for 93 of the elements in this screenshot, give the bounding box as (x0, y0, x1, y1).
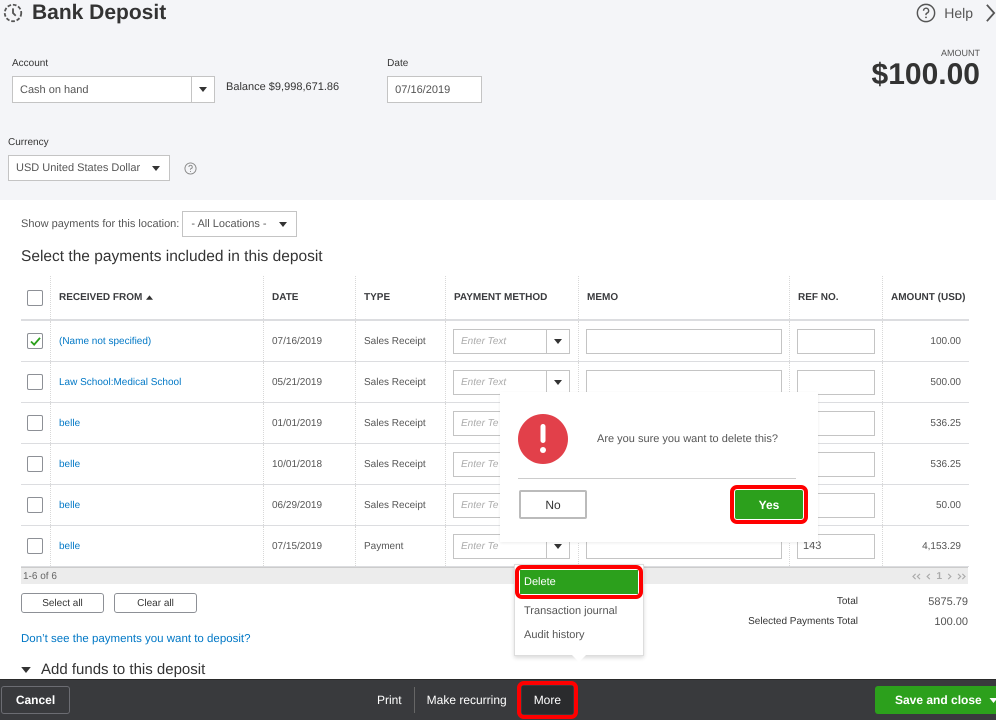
dropdown-arrow-icon (989, 698, 996, 702)
page-number: 1 (936, 570, 942, 582)
table-cell: Sales Receipt (364, 336, 426, 346)
dropdown-arrow-icon (279, 222, 288, 226)
ref-no-field[interactable] (797, 370, 875, 394)
amount-cell: 536.25 (930, 418, 961, 428)
first-page-icon[interactable] (912, 572, 922, 580)
section-title: Select the payments included in this deposit (21, 248, 324, 266)
memo-field[interactable] (586, 370, 782, 394)
table-cell: 06/29/2019 (272, 500, 322, 510)
last-page-icon[interactable] (957, 572, 966, 580)
total-value: 5875.79 (927, 596, 968, 608)
total-label: Selected Payments Total (747, 616, 858, 628)
currency-dropdown[interactable]: USD United States Dollar (8, 155, 170, 181)
column-header[interactable]: AMOUNT (USD) (891, 292, 966, 303)
account-label: Account (12, 58, 50, 69)
customer-link[interactable]: belle (59, 500, 80, 510)
missing-payments-link[interactable]: Don’t see the payments you want to deposit? (21, 633, 251, 645)
menu-item[interactable]: Audit history (520, 623, 638, 647)
column-header[interactable]: MEMO (587, 292, 618, 303)
cancel-button[interactable]: Cancel (1, 686, 70, 714)
memo-field[interactable] (586, 328, 782, 354)
table-action-button[interactable]: Select all (21, 593, 104, 613)
more-button[interactable]: More (522, 686, 574, 714)
table-cell: Sales Receipt (364, 458, 426, 470)
total-value: 100.00 (933, 616, 968, 628)
expand-caret-icon[interactable] (21, 666, 31, 672)
amount-cell: 4,153.29 (922, 540, 961, 552)
amount-label: AMOUNT (941, 48, 980, 58)
page-title: Bank Deposit (32, 1, 166, 25)
customer-link[interactable]: belle (59, 418, 80, 428)
column-header[interactable]: PAYMENT METHOD (454, 292, 548, 303)
customer-link[interactable]: Law School:Medical School (59, 376, 182, 388)
dropdown-arrow-icon (199, 87, 207, 92)
select-all-checkbox[interactable] (27, 290, 43, 306)
row-checkbox[interactable] (27, 538, 43, 554)
dropdown-arrow-icon (554, 380, 562, 384)
help-icon[interactable] (184, 162, 197, 174)
row-range: 1-6 of 6 (23, 570, 57, 582)
account-dropdown[interactable]: Cash on hand (12, 76, 215, 103)
history-icon (2, 2, 24, 24)
customer-link[interactable]: belle (59, 458, 80, 470)
table-cell: 01/01/2019 (272, 418, 322, 428)
location-dropdown[interactable]: - All Locations - (182, 211, 298, 237)
row-checkbox[interactable] (27, 374, 43, 390)
column-header[interactable]: DATE (272, 292, 298, 303)
row-checkbox[interactable] (27, 497, 43, 513)
make-recurring-button[interactable]: Make recurring (416, 686, 517, 714)
ref-no-field[interactable]: 143 (797, 534, 875, 558)
table-cell: Sales Receipt (364, 500, 426, 510)
help-icon[interactable] (916, 3, 936, 23)
column-header[interactable]: TYPE (364, 292, 390, 303)
dropdown-arrow-icon (152, 166, 160, 170)
add-funds-heading[interactable]: Add funds to this deposit (41, 661, 206, 678)
table-cell: Sales Receipt (364, 418, 426, 428)
menu-item[interactable]: Transaction journal (520, 599, 638, 623)
account-balance: Balance $9,998,671.86 (226, 81, 340, 93)
warning-icon (518, 414, 568, 464)
location-filter-label: Show payments for this location: (21, 218, 180, 230)
print-button[interactable]: Print (366, 686, 412, 714)
sort-ascending-icon (146, 295, 154, 300)
customer-link[interactable]: belle (59, 540, 80, 552)
ref-no-field[interactable] (797, 328, 875, 354)
dialog-message: Are you sure you want to delete this? (597, 433, 778, 445)
total-label: Total (836, 596, 858, 608)
amount-cell: 500.00 (930, 376, 961, 388)
dropdown-arrow-icon (554, 338, 562, 344)
row-checkbox[interactable] (27, 333, 43, 349)
column-header[interactable]: REF NO. (798, 292, 839, 303)
amount-value: $100.00 (872, 58, 980, 92)
date-label: Date (387, 58, 410, 69)
no-button[interactable]: No (519, 490, 587, 519)
table-action-button[interactable]: Clear all (114, 593, 197, 613)
row-checkbox[interactable] (27, 415, 43, 431)
next-page-icon[interactable] (947, 572, 952, 580)
amount-cell: 100.00 (930, 336, 961, 346)
table-cell: Payment (364, 540, 404, 552)
close-chevron-icon[interactable] (985, 3, 996, 23)
dropdown-arrow-icon (554, 544, 562, 548)
table-cell: Sales Receipt (364, 376, 426, 388)
table-cell: 07/15/2019 (272, 540, 322, 552)
amount-cell: 536.25 (930, 458, 961, 470)
column-header[interactable]: RECEIVED FROM (59, 292, 142, 303)
previous-page-icon[interactable] (926, 572, 932, 580)
date-field[interactable]: 07/16/2019 (387, 76, 482, 103)
table-cell: 10/01/2018 (272, 458, 322, 470)
amount-cell: 50.00 (936, 500, 961, 510)
row-checkbox[interactable] (27, 456, 43, 472)
table-cell: 05/21/2019 (272, 376, 322, 388)
help-link[interactable]: Help (944, 5, 973, 21)
table-cell: 07/16/2019 (272, 336, 322, 346)
currency-label: Currency (8, 137, 50, 148)
customer-link[interactable]: (Name not specified) (59, 336, 152, 346)
